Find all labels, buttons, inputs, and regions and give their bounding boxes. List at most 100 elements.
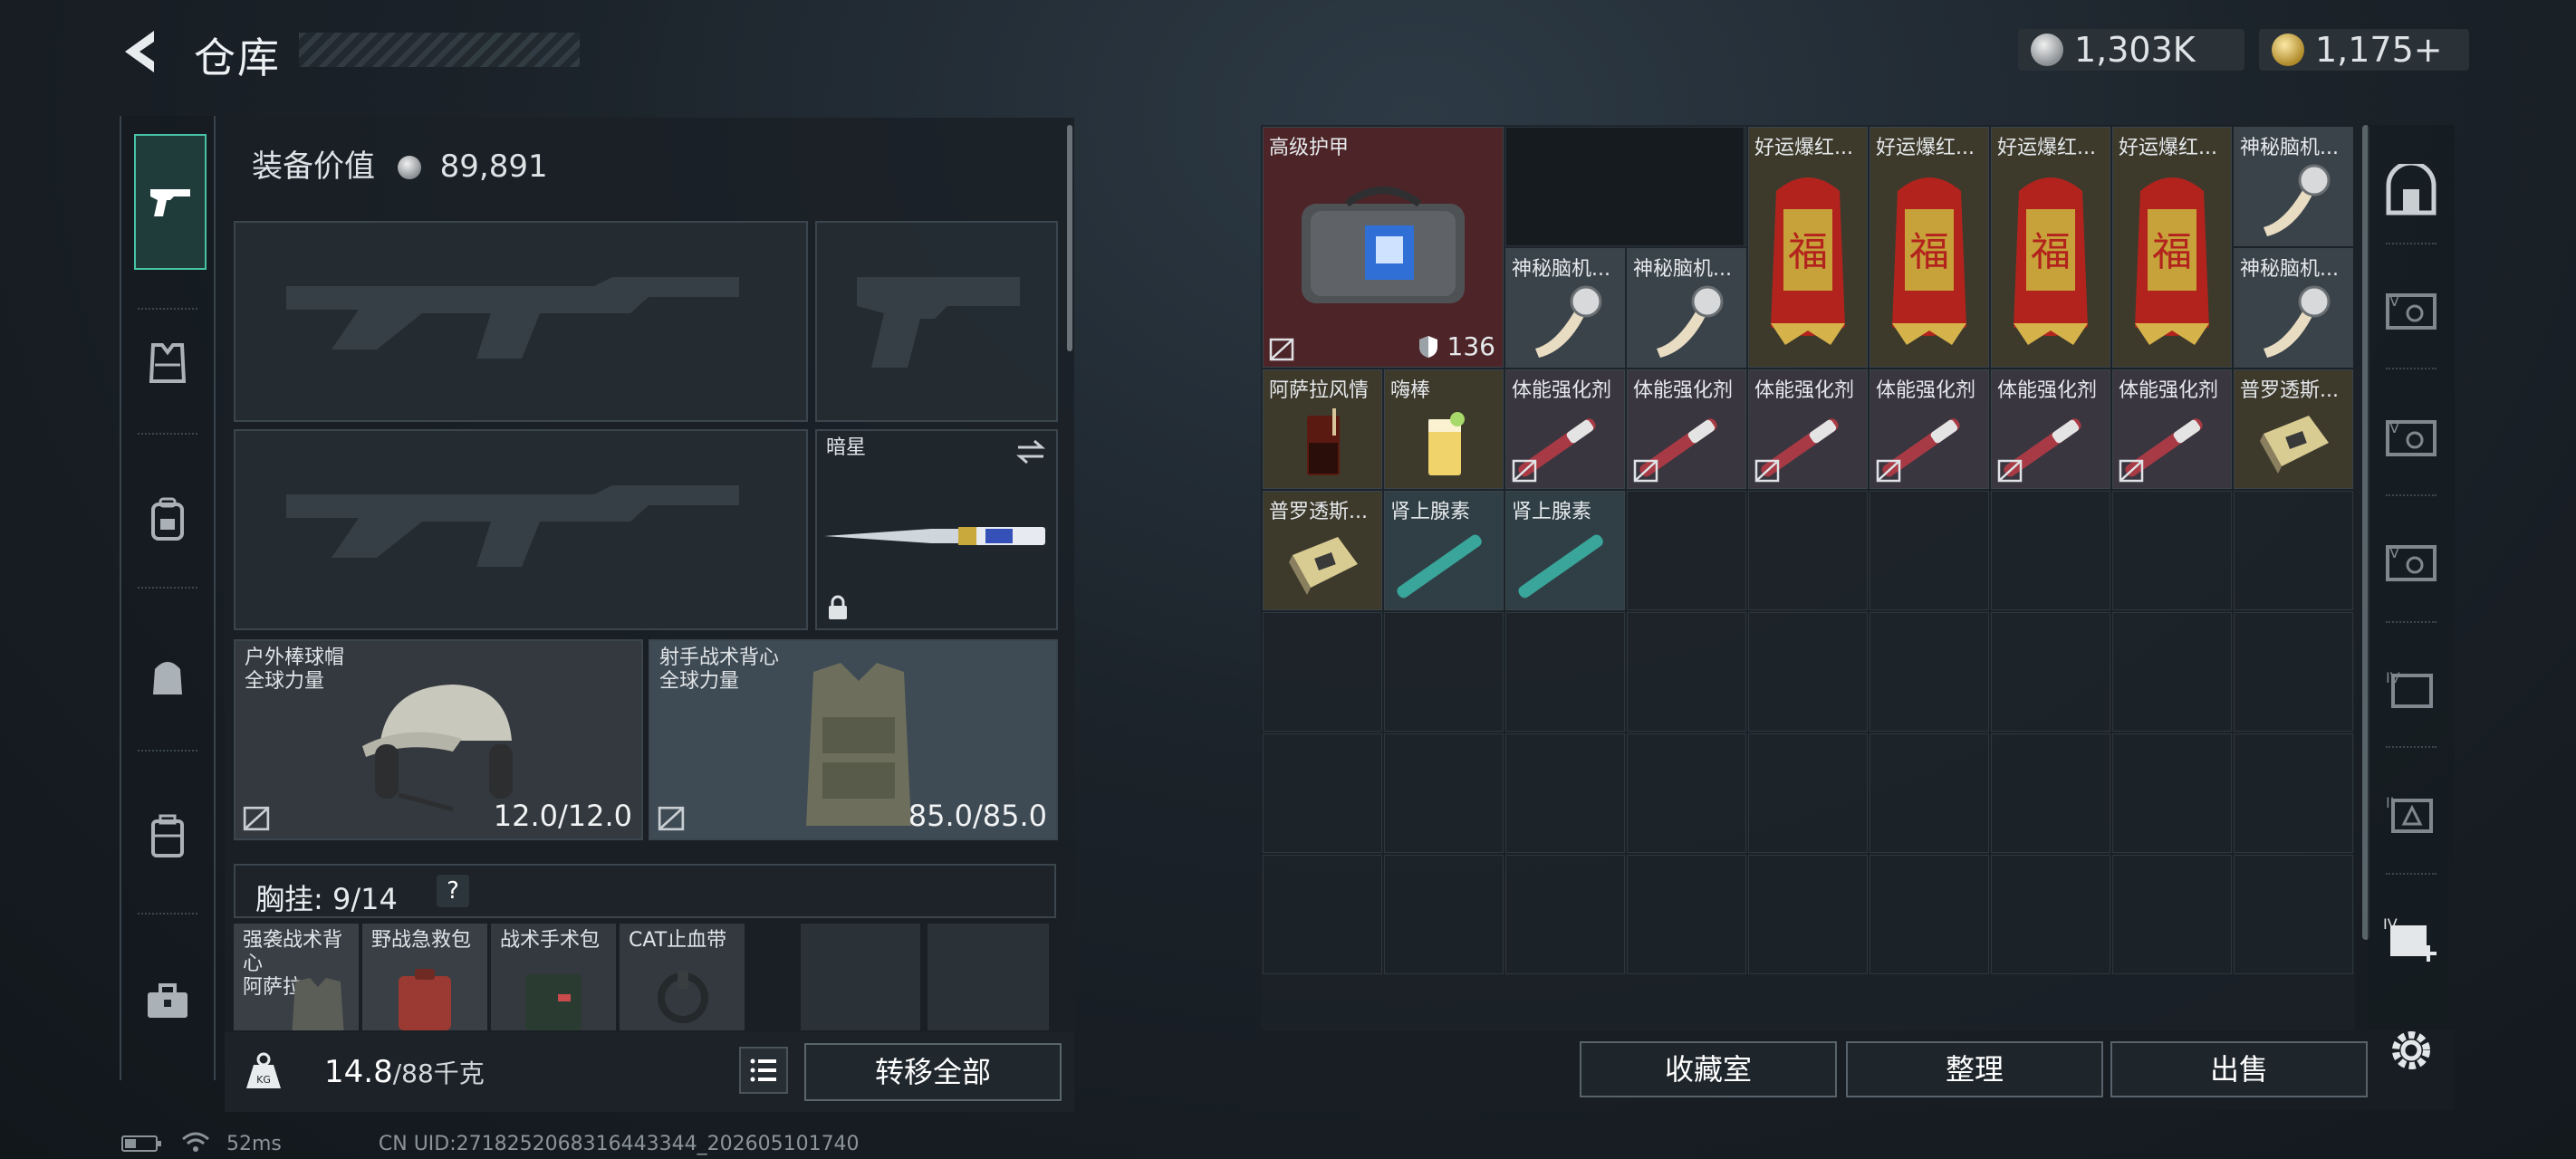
rig-item-3[interactable]: 战术手术包 — [491, 924, 616, 1030]
stash-grid-cell[interactable] — [1263, 855, 1382, 974]
stash-item-adrenaline[interactable]: 肾上腺素 — [1384, 491, 1504, 610]
nav-add-stash[interactable]: IV — [2379, 905, 2444, 971]
nav-stash-v1[interactable]: V — [2379, 277, 2444, 342]
stash-grid-cell[interactable] — [1627, 855, 1746, 974]
rig-empty-slot-1[interactable] — [801, 924, 920, 1030]
swap-icon[interactable] — [1014, 438, 1047, 465]
back-button[interactable] — [118, 27, 167, 76]
svg-text:IV: IV — [2383, 915, 2398, 933]
help-button[interactable]: ? — [437, 875, 469, 907]
stash-item-brain-chip[interactable]: 神秘脑机... — [2234, 127, 2353, 246]
nav-toolbox[interactable] — [134, 967, 201, 1034]
stash-grid-cell[interactable] — [1384, 855, 1504, 974]
stash-grid-cell[interactable] — [2234, 733, 2353, 853]
stash-grid-cell[interactable] — [1991, 491, 2110, 610]
settings-button[interactable] — [2384, 1023, 2438, 1078]
stash-item-stimulant[interactable]: 体能强化剂 — [1991, 369, 2110, 489]
pistol-silhouette-icon — [857, 277, 1020, 368]
primary-weapon-slot[interactable] — [234, 221, 808, 422]
stash-grid-cell[interactable] — [1991, 733, 2110, 853]
stash-grid-cell[interactable] — [1991, 612, 2110, 732]
stash-grid-cell[interactable] — [1627, 612, 1746, 732]
rig-item-2[interactable]: 野战急救包 — [362, 924, 487, 1030]
sidearm-slot[interactable] — [815, 221, 1058, 422]
stash-grid-cell[interactable] — [1384, 733, 1504, 853]
sort-button[interactable]: 整理 — [1846, 1041, 2103, 1097]
stash-item-firecracker[interactable]: 好运爆红... 福 — [1870, 127, 1989, 368]
stash-grid-cell[interactable] — [2234, 491, 2353, 610]
collection-room-button[interactable]: 收藏室 — [1580, 1041, 1837, 1097]
stash-grid-cell[interactable] — [1748, 491, 1868, 610]
stash-item-stimulant[interactable]: 体能强化剂 — [1505, 369, 1625, 489]
transfer-all-button[interactable]: 转移全部 — [804, 1043, 1062, 1101]
stash-grid-cell[interactable] — [1627, 491, 1746, 610]
stash-item-stimulant[interactable]: 体能强化剂 — [1748, 369, 1868, 489]
stash-grid-cell[interactable] — [1870, 612, 1989, 732]
nav-armor[interactable] — [134, 330, 201, 397]
nav-stash-ii[interactable]: II — [2379, 781, 2444, 846]
stash-item-armor[interactable]: 高级护甲 136 — [1263, 127, 1504, 368]
nav-stash-all[interactable] — [2379, 158, 2444, 223]
stash-grid-cell[interactable] — [1505, 855, 1625, 974]
stash-grid-cell[interactable] — [1263, 733, 1382, 853]
stash-grid-cell[interactable] — [2234, 855, 2353, 974]
stash-grid-cell[interactable] — [1627, 733, 1746, 853]
stash-grid-cell[interactable] — [1505, 733, 1625, 853]
stash-grid-cell[interactable] — [1505, 612, 1625, 732]
stash-grid-cell[interactable] — [1991, 855, 2110, 974]
nav-backpack[interactable] — [134, 485, 201, 552]
stash-grid-cell[interactable] — [1870, 855, 1989, 974]
stash-item-firecracker[interactable]: 好运爆红... 福 — [2112, 127, 2232, 368]
svg-text:IV: IV — [2386, 669, 2400, 686]
nav-pouch[interactable] — [134, 643, 201, 710]
stash-grid-cell[interactable] — [1263, 612, 1382, 732]
stash-item-firecracker[interactable]: 好运爆红... 福 — [1991, 127, 2110, 368]
nav-stash-v3[interactable]: V — [2379, 529, 2444, 594]
stash-item-drink[interactable]: 阿萨拉风情 — [1263, 369, 1382, 489]
body-armor-slot[interactable]: 射手战术背心 全球力量 85.0/85.0 — [649, 639, 1058, 840]
stash-grid-cell[interactable] — [2112, 733, 2232, 853]
svg-text:福: 福 — [1788, 229, 1828, 275]
nav-case[interactable] — [134, 802, 201, 869]
stash-grid-cell[interactable] — [2112, 612, 2232, 732]
melee-slot[interactable]: 暗星 — [815, 429, 1058, 630]
nav-weapons[interactable] — [134, 134, 207, 270]
secondary-weapon-slot[interactable] — [234, 429, 808, 630]
nav-stash-iv[interactable]: IV — [2379, 656, 2444, 721]
stash-item-brain-chip[interactable]: 神秘脑机... — [2234, 248, 2353, 368]
stash-item-brain-chip[interactable]: 神秘脑机... — [1627, 248, 1746, 368]
rig-item-4[interactable]: CAT止血带 — [620, 924, 745, 1030]
stash-grid-cell[interactable] — [2234, 612, 2353, 732]
stash-item-firecracker[interactable]: 好运爆红... 福 — [1748, 127, 1868, 368]
stash-grid-cell[interactable] — [1748, 855, 1868, 974]
silver-currency[interactable]: 1,303K — [2018, 29, 2244, 71]
gold-currency[interactable]: 1,175+ — [2259, 29, 2469, 71]
nav-stash-v2[interactable]: V — [2379, 404, 2444, 469]
rig-item-1[interactable]: 强袭战术背心 阿萨拉 — [234, 924, 359, 1030]
item-name: 体能强化剂 — [1512, 379, 1612, 402]
rifle-silhouette-icon — [286, 485, 739, 567]
item-name: 阿萨拉风情 — [1269, 379, 1370, 402]
stash-item-adrenaline[interactable]: 肾上腺素 — [1505, 491, 1625, 610]
stash-grid-cell[interactable] — [1748, 733, 1868, 853]
stash-item-stimulant[interactable]: 体能强化剂 — [1870, 369, 1989, 489]
rig-empty-slot-2[interactable] — [928, 924, 1049, 1030]
stash-item-drink[interactable]: 嗨棒 — [1384, 369, 1504, 489]
stash-grid-cell[interactable] — [1870, 733, 1989, 853]
stash-grid-cell[interactable] — [1384, 612, 1504, 732]
loadout-scrollbar[interactable] — [1067, 125, 1072, 351]
stash-item-proteus[interactable]: 普罗透斯... — [1263, 491, 1382, 610]
stash-item-brain-chip[interactable]: 神秘脑机... — [1505, 248, 1625, 368]
sell-button[interactable]: 出售 — [2110, 1041, 2368, 1097]
helmet-slot[interactable]: 户外棒球帽 全球力量 12.0/12.0 — [234, 639, 643, 840]
list-view-button[interactable] — [739, 1047, 788, 1094]
stash-grid-cell[interactable] — [1748, 612, 1868, 732]
empty-cell[interactable] — [1505, 127, 1745, 246]
stash-grid-cell[interactable] — [2112, 855, 2232, 974]
stash-item-proteus[interactable]: 普罗透斯... — [2234, 369, 2353, 489]
stash-grid-cell[interactable] — [2112, 491, 2232, 610]
stash-item-stimulant[interactable]: 体能强化剂 — [2112, 369, 2232, 489]
stash-item-stimulant[interactable]: 体能强化剂 — [1627, 369, 1746, 489]
item-name: 肾上腺素 — [1390, 501, 1471, 523]
stash-grid-cell[interactable] — [1870, 491, 1989, 610]
